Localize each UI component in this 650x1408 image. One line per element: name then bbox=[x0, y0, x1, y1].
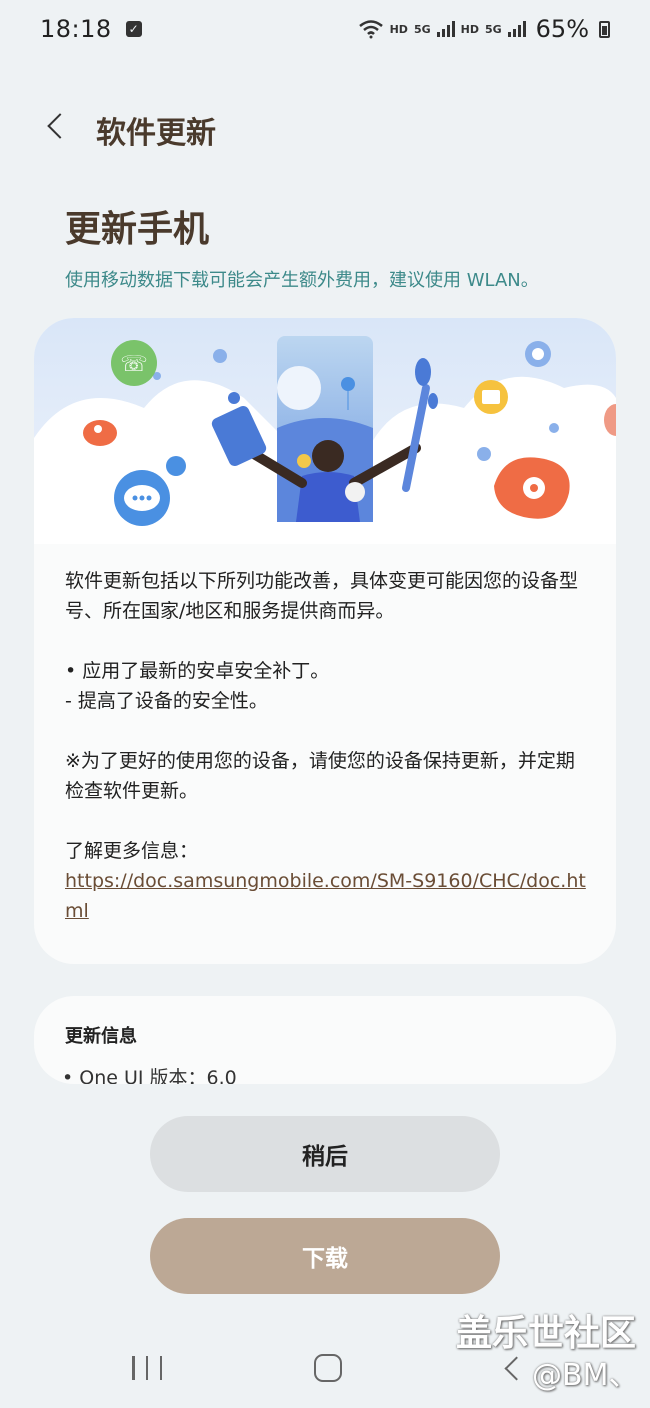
nav-back-icon bbox=[504, 1356, 529, 1381]
battery-icon bbox=[599, 20, 610, 38]
status-time: 18:18 bbox=[40, 15, 112, 43]
user-tag-watermark: @BM、 bbox=[532, 1358, 639, 1393]
status-indicators: HD 5G HD 5G 65% bbox=[358, 15, 610, 43]
release-notes-text: 软件更新包括以下所列功能改善，具体变更可能因您的设备型号、所在国家/地区和服务提… bbox=[65, 566, 590, 926]
notes-bullets: • 应用了最新的安卓安全补丁。 - 提高了设备的安全性。 bbox=[65, 656, 590, 716]
battery-percent: 65% bbox=[535, 15, 589, 43]
signal-icon bbox=[507, 21, 526, 37]
more-info-link[interactable]: https://doc.samsungmobile.com/SM-S9160/C… bbox=[65, 866, 590, 926]
check-notification-icon: ✓ bbox=[125, 21, 142, 37]
community-watermark: 盖乐世社区 bbox=[455, 1313, 636, 1354]
hd-label-2: HD bbox=[460, 22, 479, 36]
update-illustration: ☏ bbox=[34, 318, 616, 544]
page-heading: 更新手机 bbox=[65, 209, 210, 250]
notes-advice: ※为了更好的使用您的设备，请使您的设备保持更新，并定期检查软件更新。 bbox=[65, 750, 575, 802]
settings-icon bbox=[525, 341, 551, 367]
more-info: 了解更多信息： https://doc.samsungmobile.com/SM… bbox=[65, 836, 590, 926]
download-button[interactable]: 下载 bbox=[150, 1218, 500, 1294]
5g-label-2: 5G bbox=[484, 22, 502, 36]
folder-icon bbox=[474, 380, 508, 414]
more-info-label: 了解更多信息： bbox=[65, 840, 199, 862]
update-info-title: 更新信息 bbox=[65, 1026, 137, 1047]
notes-intro: 软件更新包括以下所列功能改善，具体变更可能因您的设备型号、所在国家/地区和服务提… bbox=[65, 570, 579, 622]
data-charge-note: 使用移动数据下载可能会产生额外费用，建议使用 WLAN。 bbox=[65, 270, 539, 291]
phone-icon: ☏ bbox=[111, 340, 157, 386]
notes-bullet: • 应用了最新的安卓安全补丁。 bbox=[65, 660, 330, 682]
person-icon bbox=[83, 420, 117, 446]
wifi-icon bbox=[358, 20, 383, 39]
status-bar: 18:18 ✓ HD 5G HD 5G 65% bbox=[0, 0, 650, 58]
nav-back-button[interactable] bbox=[500, 1356, 529, 1382]
signal-icon bbox=[436, 21, 455, 37]
back-button[interactable] bbox=[38, 106, 74, 146]
recent-apps-button[interactable] bbox=[132, 1356, 162, 1382]
back-icon bbox=[47, 113, 73, 139]
screen-title: 软件更新 bbox=[96, 116, 216, 151]
release-notes-card[interactable]: ☏ 软件更新包括以下所列功能改善，具体变更可能因您的设备型号、所在国家/地区和服… bbox=[34, 318, 616, 964]
notes-sub-bullet: - 提高了设备的安全性。 bbox=[65, 690, 268, 712]
svg-text:☏: ☏ bbox=[120, 352, 148, 377]
one-ui-version: • One UI 版本：6.0 bbox=[62, 1067, 237, 1084]
update-info-card[interactable]: 更新信息 • One UI 版本：6.0 bbox=[34, 996, 616, 1084]
5g-label-1: 5G bbox=[413, 22, 431, 36]
hd-label-1: HD bbox=[389, 22, 408, 36]
later-button[interactable]: 稍后 bbox=[150, 1116, 500, 1192]
home-button[interactable] bbox=[314, 1354, 342, 1382]
